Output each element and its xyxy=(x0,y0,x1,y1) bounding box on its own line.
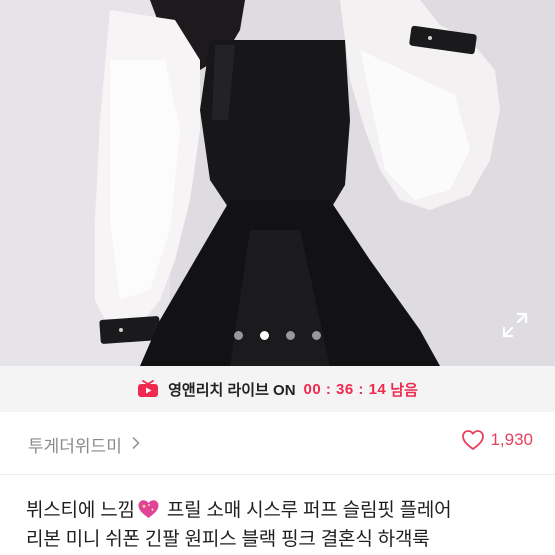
chevron-right-icon[interactable] xyxy=(132,437,140,449)
carousel-dot[interactable] xyxy=(234,330,243,340)
seller-name-link[interactable]: 투게더위드미 xyxy=(28,432,122,457)
product-title: 뷔스티에 느낌 프릴 소매 시스루 퍼프 슬림핏 플레어 리본 미니 쉬폰 긴팔… xyxy=(26,496,536,554)
product-title-part2: 프릴 소매 시스루 퍼프 슬림핏 플레어 xyxy=(161,500,452,521)
live-broadcast-banner[interactable]: 영앤리치 라이브 ON 00 : 36 : 14 남음 xyxy=(0,366,555,412)
carousel-dot-active[interactable] xyxy=(260,330,269,340)
sparkling-heart-icon xyxy=(138,500,159,518)
product-photo xyxy=(0,0,555,366)
expand-icon[interactable] xyxy=(502,312,528,338)
like-count: 1,930 xyxy=(490,430,533,449)
live-banner-text: 영앤리치 라이브 ON xyxy=(168,381,296,399)
product-title-part1: 뷔스티에 느낌 xyxy=(26,500,135,521)
live-countdown-timer: 00 : 36 : 14 xyxy=(303,380,387,398)
live-play-icon xyxy=(138,380,159,397)
live-remaining-label: 남음 xyxy=(390,381,418,399)
product-image-carousel[interactable] xyxy=(0,0,555,366)
like-button[interactable]: 1,930 xyxy=(461,429,533,451)
carousel-dot[interactable] xyxy=(286,330,295,340)
product-title-line2: 리본 미니 쉬폰 긴팔 원피스 블랙 핑크 결혼식 하객룩 xyxy=(26,529,430,550)
carousel-dot[interactable] xyxy=(312,330,321,340)
heart-outline-icon xyxy=(462,430,485,450)
seller-row: 투게더위드미 1,930 xyxy=(0,412,555,475)
carousel-pagination[interactable] xyxy=(0,329,555,341)
